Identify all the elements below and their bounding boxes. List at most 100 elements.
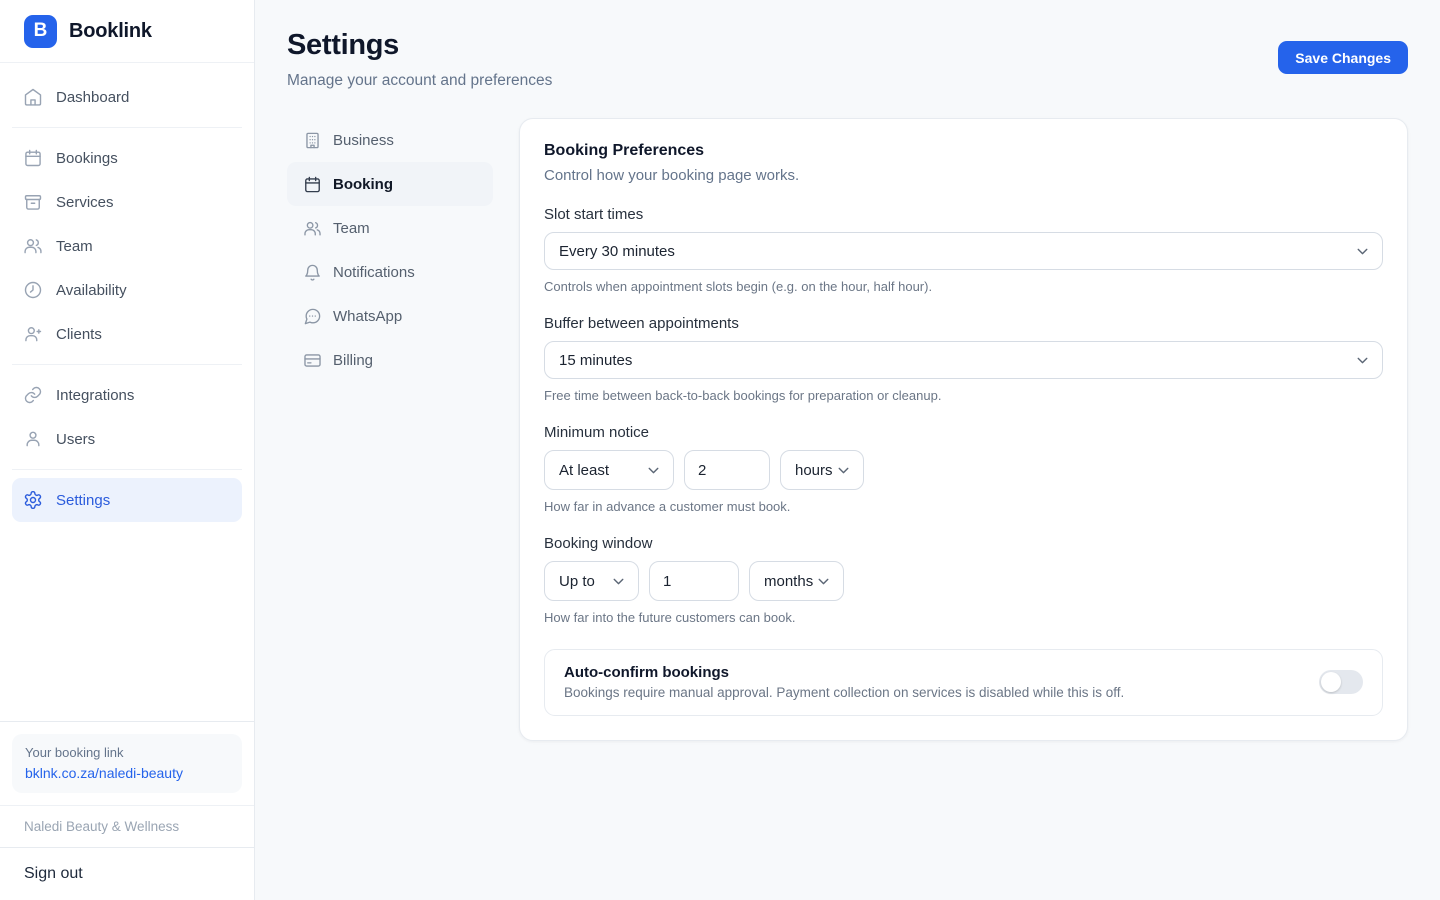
page-header: Settings Manage your account and prefere… — [287, 28, 1408, 90]
sidebar-item-integrations[interactable]: Integrations — [12, 373, 242, 417]
buffer-field: Buffer between appointments 15 minutes F… — [544, 315, 1383, 403]
field-label: Booking window — [544, 535, 1383, 552]
sidebar-item-label: Clients — [56, 326, 102, 343]
booking-window-amount-input[interactable] — [649, 561, 739, 601]
sidebar-item-settings[interactable]: Settings — [12, 478, 242, 522]
users-icon — [303, 219, 322, 238]
divider — [12, 364, 242, 365]
card-subtitle: Control how your booking page works. — [544, 167, 1383, 184]
min-notice-amount-input[interactable] — [684, 450, 770, 490]
auto-confirm-box: Auto-confirm bookings Bookings require m… — [544, 649, 1383, 716]
field-label: Slot start times — [544, 206, 1383, 223]
sidebar-item-label: Integrations — [56, 387, 134, 404]
brand-logo-icon: B — [24, 15, 57, 48]
tab-billing[interactable]: Billing — [287, 338, 493, 382]
business-name: Naledi Beauty & Wellness — [0, 805, 254, 847]
archive-icon — [23, 192, 43, 212]
tab-notifications[interactable]: Notifications — [287, 250, 493, 294]
tab-label: Team — [333, 220, 370, 237]
buffer-select[interactable]: 15 minutes — [544, 341, 1383, 379]
select-value: Every 30 minutes — [559, 243, 675, 260]
booking-link-box: Your booking link bklnk.co.za/naledi-bea… — [12, 734, 242, 793]
tab-label: Notifications — [333, 264, 415, 281]
sidebar-item-dashboard[interactable]: Dashboard — [12, 75, 242, 119]
slot-start-times-select[interactable]: Every 30 minutes — [544, 232, 1383, 270]
sidebar-item-services[interactable]: Services — [12, 180, 242, 224]
sidebar-item-label: Dashboard — [56, 89, 129, 106]
chevron-down-icon — [835, 462, 852, 479]
sidebar-item-label: Team — [56, 238, 93, 255]
field-helper: How far in advance a customer must book. — [544, 499, 1383, 514]
toggle-knob — [1321, 672, 1341, 692]
select-value: hours — [795, 462, 833, 479]
bell-icon — [303, 263, 322, 282]
field-helper: Free time between back-to-back bookings … — [544, 388, 1383, 403]
main-content: Settings Manage your account and prefere… — [255, 0, 1440, 900]
select-value: months — [764, 573, 813, 590]
sidebar-item-label: Services — [56, 194, 114, 211]
brand-logo: B Booklink — [0, 0, 254, 63]
select-value: Up to — [559, 573, 595, 590]
sidebar: B Booklink Dashboard Bookings Services T… — [0, 0, 255, 900]
min-notice-qualifier-select[interactable]: At least — [544, 450, 674, 490]
divider — [12, 127, 242, 128]
tab-business[interactable]: Business — [287, 118, 493, 162]
sidebar-nav: Dashboard Bookings Services Team Availab… — [0, 63, 254, 721]
gear-icon — [23, 490, 43, 510]
field-label: Minimum notice — [544, 424, 1383, 441]
select-value: 15 minutes — [559, 352, 632, 369]
chat-icon — [303, 307, 322, 326]
field-label: Buffer between appointments — [544, 315, 1383, 332]
min-notice-unit-select[interactable]: hours — [780, 450, 864, 490]
booking-link-url[interactable]: bklnk.co.za/naledi-beauty — [25, 765, 229, 781]
tab-label: Billing — [333, 352, 373, 369]
user-plus-icon — [23, 324, 43, 344]
calendar-icon — [303, 175, 322, 194]
field-helper: How far into the future customers can bo… — [544, 610, 1383, 625]
building-icon — [303, 131, 322, 150]
sign-out-button[interactable]: Sign out — [0, 847, 254, 900]
divider — [12, 469, 242, 470]
card-title: Booking Preferences — [544, 142, 1383, 160]
slot-start-times-field: Slot start times Every 30 minutes Contro… — [544, 206, 1383, 294]
link-icon — [23, 385, 43, 405]
chevron-down-icon — [815, 573, 832, 590]
settings-tabs: Business Booking Team Notifications What… — [287, 118, 493, 382]
user-icon — [23, 429, 43, 449]
select-value: At least — [559, 462, 609, 479]
tab-label: Business — [333, 132, 394, 149]
chevron-down-icon — [1354, 243, 1371, 260]
sidebar-item-clients[interactable]: Clients — [12, 312, 242, 356]
tab-whatsapp[interactable]: WhatsApp — [287, 294, 493, 338]
booking-link-label: Your booking link — [25, 745, 229, 760]
page-subtitle: Manage your account and preferences — [287, 72, 552, 90]
auto-confirm-toggle[interactable] — [1319, 670, 1363, 694]
field-helper: Controls when appointment slots begin (e… — [544, 279, 1383, 294]
tab-team[interactable]: Team — [287, 206, 493, 250]
sidebar-item-label: Settings — [56, 492, 110, 509]
home-icon — [23, 87, 43, 107]
page-title: Settings — [287, 28, 552, 62]
tab-booking[interactable]: Booking — [287, 162, 493, 206]
sidebar-footer: Your booking link bklnk.co.za/naledi-bea… — [0, 721, 254, 900]
sidebar-item-team[interactable]: Team — [12, 224, 242, 268]
calendar-icon — [23, 148, 43, 168]
sidebar-item-label: Bookings — [56, 150, 118, 167]
sidebar-item-users[interactable]: Users — [12, 417, 242, 461]
booking-window-qualifier-select[interactable]: Up to — [544, 561, 639, 601]
booking-window-unit-select[interactable]: months — [749, 561, 844, 601]
chevron-down-icon — [610, 573, 627, 590]
auto-confirm-title: Auto-confirm bookings — [564, 664, 1124, 681]
brand-name: Booklink — [69, 20, 152, 43]
save-changes-button[interactable]: Save Changes — [1278, 41, 1408, 74]
credit-card-icon — [303, 351, 322, 370]
sidebar-item-label: Users — [56, 431, 95, 448]
booking-preferences-card: Booking Preferences Control how your boo… — [519, 118, 1408, 741]
auto-confirm-description: Bookings require manual approval. Paymen… — [564, 685, 1124, 700]
sidebar-item-bookings[interactable]: Bookings — [12, 136, 242, 180]
sidebar-item-availability[interactable]: Availability — [12, 268, 242, 312]
tab-label: WhatsApp — [333, 308, 402, 325]
chevron-down-icon — [645, 462, 662, 479]
minimum-notice-field: Minimum notice At least hours How far in… — [544, 424, 1383, 514]
sidebar-item-label: Availability — [56, 282, 127, 299]
